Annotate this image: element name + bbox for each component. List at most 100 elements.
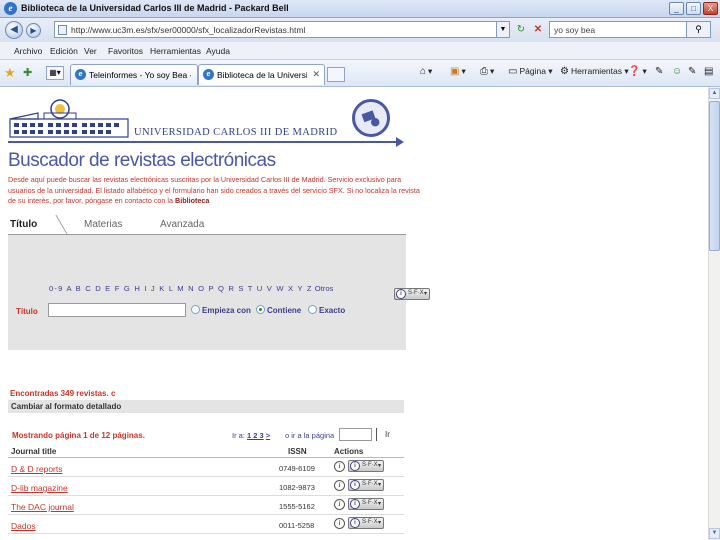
col-issn: ISSN [288,447,307,456]
sfx-icon: i [350,480,360,490]
sfx-button[interactable]: i S·F·X ▾ [348,479,384,491]
chevron-down-icon: ▾ [377,501,381,507]
scroll-down-icon[interactable]: ▼ [709,528,720,539]
ira-label: Ir a: [232,431,245,440]
tab-materias[interactable]: Materias [84,219,122,230]
research-icon[interactable]: ✎ [655,66,665,77]
menu-ayuda[interactable]: Ayuda [206,46,230,56]
next-page-link[interactable]: > [266,431,270,440]
biblioteca-link[interactable]: Biblioteca [175,196,209,205]
alphabet-index[interactable]: 0-9 A B C D E F G H I J K L M N O P Q R … [49,284,333,293]
window-title-bar: e Biblioteca de la Universidad Carlos II… [0,0,720,18]
address-field[interactable]: http://www.uc3m.es/sfx/ser00000/sfx_loca… [54,21,510,38]
radio-empieza-con[interactable] [191,305,200,314]
search-icon[interactable]: ⚲ [686,22,710,37]
back-button[interactable]: ◀ [5,21,23,39]
intro-text: Desde aquí puede buscar las revistas ele… [8,175,420,207]
scroll-thumb[interactable] [709,101,720,251]
journal-link[interactable]: The DAC journal [11,502,74,512]
journal-issn: 0749-6109 [279,464,315,473]
chevron-down-icon: ▾ [377,463,381,469]
sfx-button[interactable]: i S·F·X ▾ [348,517,384,529]
radio-exacto-label[interactable]: Exacto [319,306,345,315]
sfx-search-button[interactable]: i S·F·X ▾ [394,288,430,300]
new-tab-button[interactable] [327,67,345,82]
tab-avanzada[interactable]: Avanzada [160,219,204,230]
menu-archivo[interactable]: Archivo [14,46,42,56]
window-title: Biblioteca de la Universidad Carlos III … [21,3,289,13]
search-field[interactable]: yo soy bea ⚲ [549,21,711,38]
messenger-icon[interactable]: ☺ [672,66,684,77]
divider [376,428,377,441]
title-search-input[interactable] [48,303,186,317]
chevron-down-icon: ▾ [377,520,381,526]
edit-icon[interactable]: ✎ [688,66,698,77]
sfx-label: S·F·X [362,519,378,525]
page-number-input[interactable] [339,428,372,441]
minimize-button[interactable]: _ [669,2,684,15]
sfx-button[interactable]: i S·F·X ▾ [348,460,384,472]
radio-exacto[interactable] [308,305,317,314]
intro-body: Desde aquí puede buscar las revistas ele… [8,175,420,205]
info-icon[interactable]: i [334,480,345,491]
radio-contiene[interactable] [256,305,265,314]
address-dropdown-icon[interactable]: ▼ [496,22,509,37]
extra-icon[interactable]: ▤ [704,66,715,77]
quick-tabs-icon[interactable]: ▦▾ [46,66,64,80]
journal-link[interactable]: D & D reports [11,464,63,474]
tab-titulo[interactable]: Título [10,219,37,230]
page-links[interactable]: 1 2 3 [247,431,264,440]
menu-ver[interactable]: Ver [84,46,97,56]
change-format-link[interactable]: Cambiar al formato detallado [11,402,121,411]
radio-contiene-label[interactable]: Contiene [267,306,301,315]
journal-link[interactable]: Dados [11,521,36,531]
sfx-icon: i [396,289,406,299]
help-icon[interactable]: ❓ ▾ [628,66,647,77]
sfx-label: S·F·X [362,500,378,506]
add-favorite-icon[interactable]: ✚ [23,66,32,79]
maximize-button[interactable]: □ [686,2,701,15]
tab-bar: ★ ✚ ▦▾ e Teleinformes - Yo soy Bea - Y..… [0,60,720,87]
search-panel: 0-9 A B C D E F G H I J K L M N O P Q R … [8,235,406,350]
sfx-icon: i [350,461,360,471]
home-icon[interactable]: ⌂ ▾ [420,66,432,77]
tools-menu[interactable]: ⚙ Herramientas ▾ [560,66,629,77]
page-content: UNIVERSIDAD CARLOS III DE MADRID Buscado… [0,87,708,540]
tab-teleinformes[interactable]: e Teleinformes - Yo soy Bea - Y... [70,64,198,85]
journal-link[interactable]: D-lib magazine [11,483,68,493]
menu-favoritos[interactable]: Favoritos [108,46,143,56]
table-row: The DAC journal 1555-5162 i i S·F·X ▾ [8,496,404,515]
search-tabs: Título Materias Avanzada [0,215,406,235]
sfx-icon: i [350,499,360,509]
close-tab-icon[interactable]: ✕ [312,69,320,80]
format-bar: Cambiar al formato detallado [8,400,404,413]
close-button[interactable]: X [703,2,718,15]
print-icon[interactable]: ⎙ ▾ [480,66,494,77]
table-row: D & D reports 0749-6109 i i S·F·X ▾ [8,458,404,477]
chevron-down-icon: ▾ [423,291,427,297]
page-menu[interactable]: ▭ Página ▾ [508,66,553,77]
info-icon[interactable]: i [334,518,345,529]
alphabet-otros[interactable]: Otros [315,284,334,293]
stop-icon[interactable]: ✕ [531,23,545,37]
refresh-icon[interactable]: ↻ [514,23,528,37]
info-icon[interactable]: i [334,499,345,510]
tab-biblioteca[interactable]: e Biblioteca de la Universid... ✕ [198,64,325,85]
forward-button[interactable]: ▶ [26,23,41,38]
alphabet-letters[interactable]: 0-9 A B C D E F G H I J K L M N O P Q R … [49,284,313,293]
goto-page-button[interactable]: Ir [385,430,390,439]
sfx-label: S·F·X [362,481,378,487]
page-menu-icon: ▭ [508,66,518,77]
menu-edicion[interactable]: Edición [50,46,78,56]
sfx-button[interactable]: i S·F·X ▾ [348,498,384,510]
feeds-icon[interactable]: ▣ ▾ [450,66,466,77]
vertical-scrollbar[interactable]: ▲ ▼ [708,87,720,540]
tab-page-icon: e [75,69,86,80]
page-menu-label: Página [519,66,546,76]
info-icon[interactable]: i [334,461,345,472]
results-count: Encontradas 349 revistas. c [10,389,116,398]
radio-empieza-con-label[interactable]: Empieza con [202,306,251,315]
menu-herramientas[interactable]: Herramientas [150,46,201,56]
scroll-up-icon[interactable]: ▲ [709,88,720,99]
favorites-star-icon[interactable]: ★ [4,65,16,81]
